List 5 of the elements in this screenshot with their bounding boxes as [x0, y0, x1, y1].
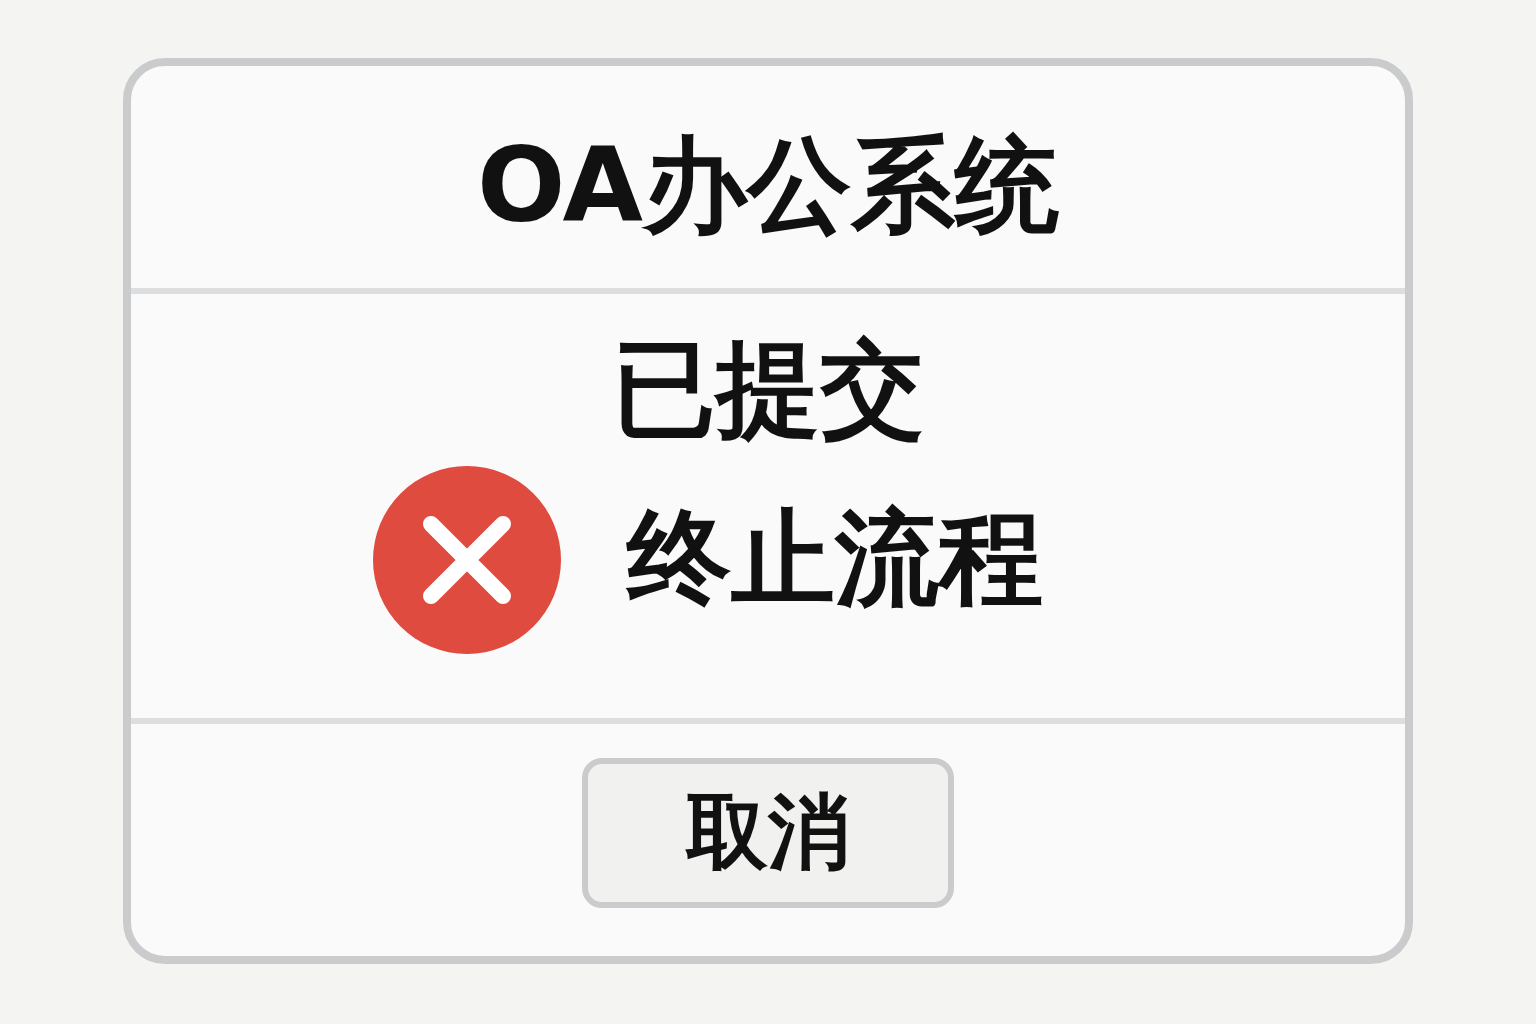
- terminate-process-button[interactable]: 终止流程: [373, 466, 1043, 655]
- close-icon: [373, 466, 561, 655]
- window-title: OA办公系统: [476, 123, 1060, 248]
- cancel-button[interactable]: 取消: [582, 758, 954, 908]
- status-text: 已提交: [612, 332, 924, 447]
